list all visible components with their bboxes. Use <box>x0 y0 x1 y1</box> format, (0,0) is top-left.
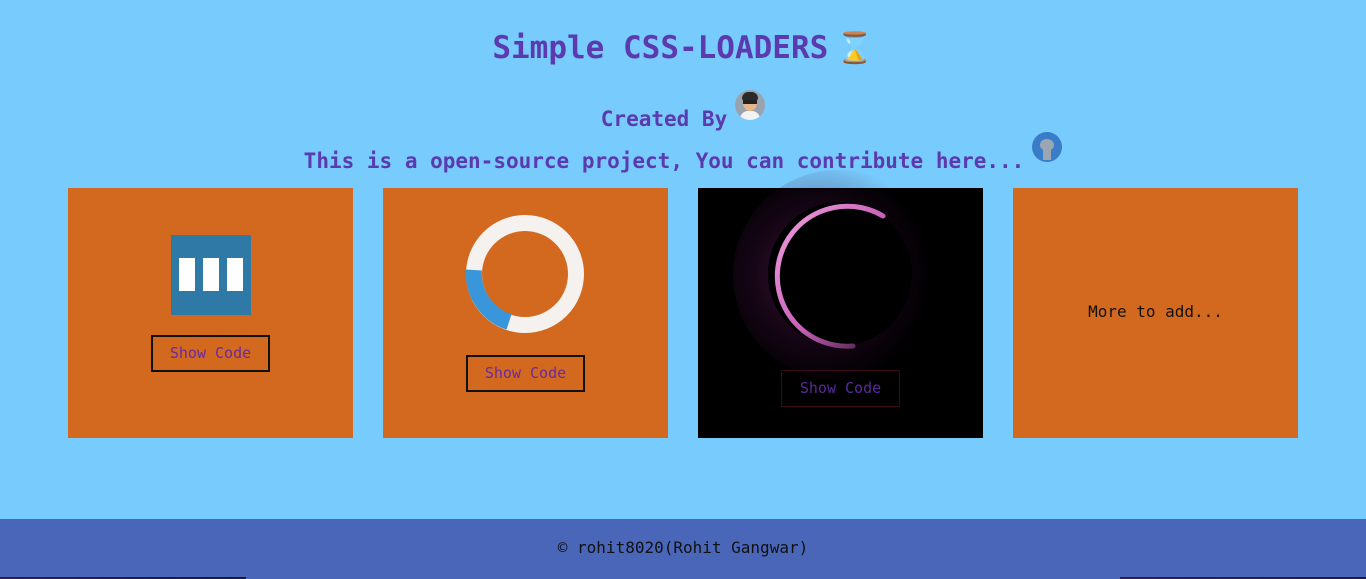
loader-card-ring: Show Code <box>383 188 668 438</box>
ring-core <box>768 202 912 346</box>
ring-arc <box>465 269 512 330</box>
author-avatar[interactable] <box>735 90 766 120</box>
footer: © rohit8020(Rohit Gangwar) <box>0 519 1366 579</box>
contribute-line: This is a open-source project, You can c… <box>0 132 1366 176</box>
created-by-line: Created By <box>0 90 1366 134</box>
loader-card-more: More to add... <box>1013 188 1298 438</box>
show-code-button[interactable]: Show Code <box>151 335 270 372</box>
loader-bar <box>179 258 195 291</box>
ring-spinner-loader <box>465 215 584 333</box>
hourglass-icon: ⌛ <box>836 31 874 66</box>
bars-loader <box>171 235 251 315</box>
loader-card-glow: Show Code <box>698 170 983 438</box>
avatar-body <box>740 111 761 120</box>
created-by-label: Created By <box>600 107 728 131</box>
footer-copyright: © rohit8020(Rohit Gangwar) <box>557 538 809 557</box>
more-to-add-text: More to add... <box>1088 302 1223 321</box>
avatar-hair <box>742 92 759 100</box>
page: Simple CSS-LOADERS ⌛ Created By This is a… <box>0 0 1366 579</box>
glow-ring-loader <box>733 170 943 380</box>
avatar-glasses <box>743 100 758 104</box>
page-title: Simple CSS-LOADERS ⌛ <box>0 28 1366 69</box>
title-text: Simple CSS-LOADERS <box>492 30 829 66</box>
octocat-head <box>1040 139 1055 151</box>
contribute-text: This is a open-source project, You can c… <box>303 149 1025 173</box>
github-octocat-icon[interactable] <box>1032 132 1063 162</box>
glow-ring-svg <box>768 202 912 349</box>
show-code-button[interactable]: Show Code <box>781 370 900 407</box>
loader-bar <box>227 258 243 291</box>
loader-card-bars: Show Code <box>68 188 353 438</box>
show-code-button[interactable]: Show Code <box>466 355 585 392</box>
loader-bar <box>203 258 219 291</box>
